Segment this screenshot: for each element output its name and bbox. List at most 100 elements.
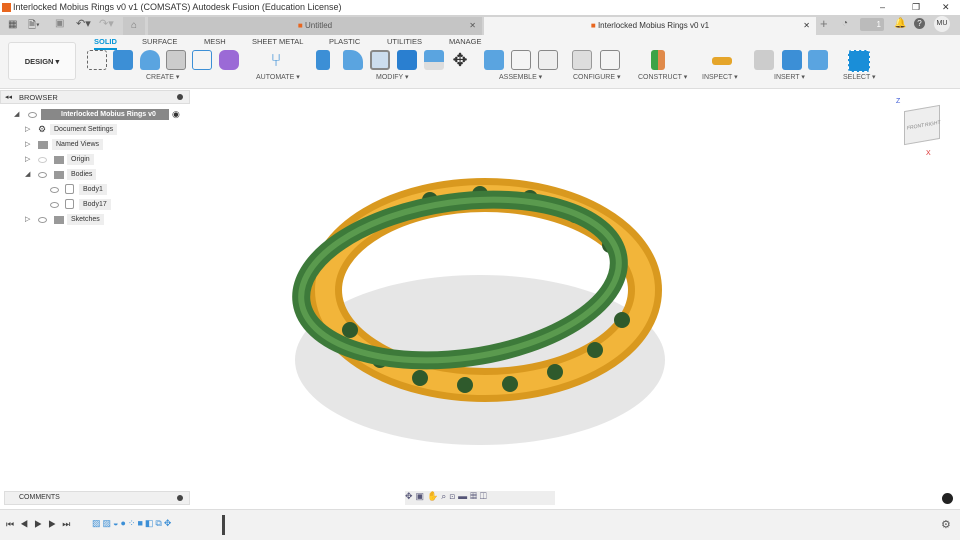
- plane-icon[interactable]: [651, 50, 665, 70]
- tab-mesh[interactable]: MESH: [204, 37, 226, 46]
- new-tab-button[interactable]: +: [820, 16, 828, 31]
- file-menu-icon[interactable]: 🗎▾: [28, 18, 40, 35]
- new-component-icon[interactable]: [484, 50, 504, 70]
- notifications-icon[interactable]: 🔔: [894, 18, 906, 29]
- cube-face[interactable]: FRONT RIGHT: [904, 104, 941, 146]
- move-icon[interactable]: ✥: [450, 50, 470, 70]
- minimize-button[interactable]: –: [880, 0, 885, 15]
- pan-icon[interactable]: ✋: [427, 491, 441, 501]
- automate-icon[interactable]: ⑂: [266, 50, 286, 70]
- close-window-button[interactable]: ✕: [942, 0, 950, 15]
- revolve-icon[interactable]: [140, 50, 160, 70]
- press-pull-icon[interactable]: [316, 50, 330, 70]
- sketch-feature-icon[interactable]: ▨: [92, 518, 103, 528]
- save-icon[interactable]: ▣: [55, 18, 64, 29]
- combine-feature-icon[interactable]: ■: [137, 518, 144, 528]
- insert-mcmaster-icon[interactable]: [782, 50, 802, 70]
- tab-solid[interactable]: SOLID: [94, 37, 117, 50]
- visibility-eye-icon[interactable]: [50, 187, 59, 193]
- pin-icon[interactable]: [177, 94, 183, 100]
- select-icon[interactable]: [848, 50, 870, 72]
- tab-manage[interactable]: MANAGE: [449, 37, 482, 46]
- configure-icon[interactable]: [572, 50, 592, 70]
- create-sketch-icon[interactable]: [87, 50, 107, 70]
- step-back-icon[interactable]: ◀: [20, 519, 34, 529]
- shell-icon[interactable]: [370, 50, 390, 70]
- chat-icon[interactable]: [942, 493, 953, 504]
- visibility-eye-icon[interactable]: [38, 172, 47, 178]
- bom-icon[interactable]: [538, 50, 558, 70]
- play-icon[interactable]: ▶: [34, 519, 48, 529]
- split-icon[interactable]: [424, 50, 444, 70]
- group-create[interactable]: CREATE ▾: [146, 73, 179, 81]
- grid-settings-icon[interactable]: ▦: [470, 491, 480, 501]
- form-icon[interactable]: [219, 50, 239, 70]
- browser-root-component[interactable]: Interlocked Mobius Rings v0 v1: [41, 109, 169, 129]
- sketch-feature-icon[interactable]: ▨: [103, 518, 114, 528]
- display-settings-icon[interactable]: ▬: [458, 491, 470, 501]
- activate-radio-icon[interactable]: ◉: [172, 109, 180, 120]
- undo-icon[interactable]: ↶▾: [76, 17, 91, 30]
- step-forward-icon[interactable]: ▶: [48, 519, 62, 529]
- orbit-icon[interactable]: ✥: [405, 491, 416, 501]
- viewports-icon[interactable]: ◫: [480, 491, 490, 501]
- browser-item-origin[interactable]: Origin: [67, 154, 94, 165]
- visibility-eye-icon[interactable]: [38, 217, 47, 223]
- model-viewport[interactable]: [270, 160, 690, 460]
- expand-icon[interactable]: ▷: [25, 125, 30, 133]
- joint-icon[interactable]: [511, 50, 531, 70]
- group-select[interactable]: SELECT ▾: [843, 73, 876, 81]
- group-insert[interactable]: INSERT ▾: [774, 73, 805, 81]
- fit-icon[interactable]: ⊡: [449, 491, 458, 501]
- home-icon[interactable]: ⌂: [123, 17, 145, 35]
- collapse-icon[interactable]: ◢: [25, 170, 30, 178]
- insert-derive-icon[interactable]: [754, 50, 774, 70]
- hidden-eye-icon[interactable]: [38, 157, 47, 163]
- go-to-end-icon[interactable]: ⏭: [62, 519, 76, 529]
- tab-sheet-metal[interactable]: SHEET METAL: [252, 37, 303, 46]
- browser-item-named-views[interactable]: Named Views: [52, 139, 104, 150]
- expand-icon[interactable]: ▷: [25, 155, 30, 163]
- pattern-icon[interactable]: [192, 50, 212, 70]
- workspace-switcher[interactable]: DESIGN ▾: [8, 42, 76, 80]
- collapse-browser-icon[interactable]: ◂◂: [5, 93, 12, 101]
- visibility-eye-icon[interactable]: [50, 202, 59, 208]
- group-assemble[interactable]: ASSEMBLE ▾: [499, 73, 542, 81]
- help-icon[interactable]: ?: [914, 18, 925, 29]
- group-configure[interactable]: CONFIGURE ▾: [573, 73, 620, 81]
- view-cube[interactable]: Z FRONT RIGHT X: [896, 98, 946, 158]
- copy-feature-icon[interactable]: ⧉: [155, 518, 163, 528]
- browser-item-document-settings[interactable]: Document Settings: [50, 124, 118, 135]
- look-at-icon[interactable]: ▣: [416, 491, 428, 501]
- tab-surface[interactable]: SURFACE: [142, 37, 177, 46]
- body-feature-icon[interactable]: ●: [120, 518, 127, 528]
- group-construct[interactable]: CONSTRUCT ▾: [638, 73, 687, 81]
- measure-icon[interactable]: [712, 57, 732, 65]
- visibility-eye-icon[interactable]: [28, 112, 37, 118]
- tab-active-document[interactable]: ■ Interlocked Mobius Rings v0 v1 ✕: [484, 17, 816, 35]
- job-status-button[interactable]: 1: [860, 18, 884, 31]
- combine-icon[interactable]: [397, 50, 417, 70]
- timeline-marker[interactable]: [222, 515, 225, 535]
- comments-panel[interactable]: COMMENTS: [4, 491, 190, 505]
- tab-untitled[interactable]: ■ Untitled ✕: [148, 17, 482, 35]
- timeline-settings-gear-icon[interactable]: ⚙: [941, 518, 951, 531]
- app-grid-icon[interactable]: ▦: [8, 19, 17, 30]
- redo-icon[interactable]: ↷▾: [99, 17, 114, 30]
- tab-utilities[interactable]: UTILITIES: [387, 37, 422, 46]
- browser-item-body17[interactable]: Body17: [79, 199, 111, 210]
- browser-item-bodies[interactable]: Bodies: [67, 169, 97, 180]
- tab-plastic[interactable]: PLASTIC: [329, 37, 360, 46]
- close-tab-icon[interactable]: ✕: [469, 17, 476, 35]
- group-inspect[interactable]: INSPECT ▾: [702, 73, 738, 81]
- config-table-icon[interactable]: [600, 50, 620, 70]
- pin-icon[interactable]: [177, 495, 183, 501]
- close-tab-icon[interactable]: ✕: [803, 17, 810, 35]
- hole-icon[interactable]: [166, 50, 186, 70]
- group-modify[interactable]: MODIFY ▾: [376, 73, 409, 81]
- extensions-icon[interactable]: ◔: [842, 18, 848, 29]
- browser-item-sketches[interactable]: Sketches: [67, 214, 104, 225]
- expand-icon[interactable]: ▷: [25, 140, 30, 148]
- group-automate[interactable]: AUTOMATE ▾: [256, 73, 300, 81]
- expand-icon[interactable]: ▷: [25, 215, 30, 223]
